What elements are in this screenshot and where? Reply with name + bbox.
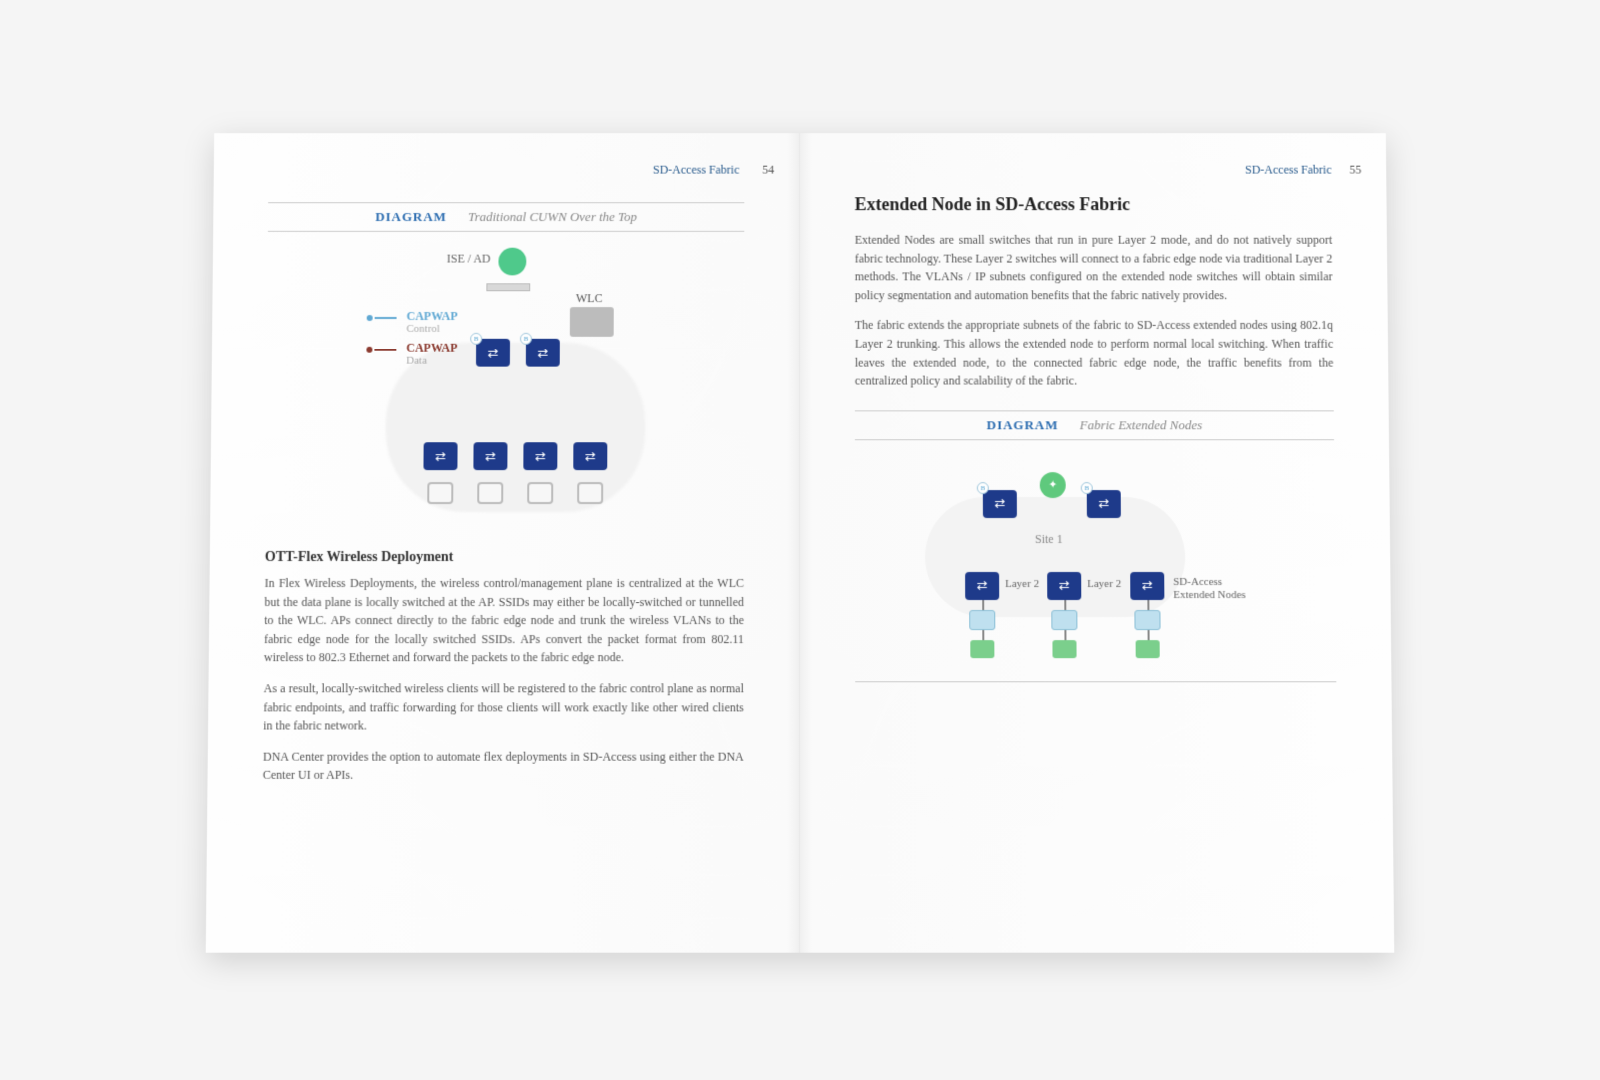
ise-icon [498, 248, 526, 276]
diagram-label: DIAGRAM [987, 417, 1059, 432]
diagram-header-left: DIAGRAM Traditional CUWN Over the Top [268, 202, 744, 232]
body-paragraph: As a result, locally-switched wireless c… [263, 679, 744, 735]
body-paragraph: In Flex Wireless Deployments, the wirele… [264, 574, 744, 667]
wlc-icon [570, 307, 614, 337]
body-paragraph: Extended Nodes are small switches that r… [855, 231, 1333, 305]
border-badge-icon: B [520, 333, 532, 345]
page-number-left: 54 [762, 163, 774, 178]
page-left: SD-Access Fabric 54 DIAGRAM Traditional … [206, 133, 800, 953]
site-label: Site 1 [1035, 532, 1063, 547]
switch-node-icon: ⇄ [1087, 490, 1121, 518]
switch-node-icon: ⇄ [423, 442, 457, 470]
diagram-fabric-extended-nodes: Site 1 ✦ ⇄ B ⇄ B ⇄ Layer 2 ⇄ Layer 2 ⇄ S… [855, 452, 1336, 677]
legend-capwap-control: CAPWAP [406, 309, 457, 324]
running-header-right: SD-Access Fabric [1245, 163, 1332, 178]
diagram-subtitle: Traditional CUWN Over the Top [468, 209, 637, 224]
legend-capwap-data: CAPWAP [406, 341, 457, 356]
fabric-cloud-icon [385, 343, 645, 512]
heading-extended-node: Extended Node in SD-Access Fabric [855, 194, 1332, 215]
switch-node-icon: ⇄ [573, 442, 607, 470]
layer2-label: Layer 2 [1087, 578, 1121, 590]
ise-ad-label: ISE / AD [447, 252, 491, 267]
open-book: SD-Access Fabric 54 DIAGRAM Traditional … [206, 133, 1395, 953]
diagram-footer-rule [855, 681, 1336, 682]
border-badge-icon: B [977, 482, 989, 494]
legend-capwap-data-sub: Data [406, 355, 427, 367]
extended-node-switch-icon [1134, 610, 1160, 630]
running-header-left: SD-Access Fabric [653, 163, 739, 178]
ap-icon [427, 482, 453, 504]
client-icon [970, 640, 994, 658]
switch-node-icon: ⇄ [983, 490, 1017, 518]
connector-line [1147, 600, 1149, 610]
connector-line [982, 630, 984, 640]
legend-dot-data [366, 347, 372, 353]
legend-line-control [375, 317, 397, 319]
diagram-header-right: DIAGRAM Fabric Extended Nodes [855, 410, 1334, 440]
connector-line [982, 600, 984, 610]
connector-line [1148, 630, 1150, 640]
sd-access-extended-nodes-label: SD-Access Extended Nodes [1173, 576, 1253, 602]
page-number-right: 55 [1349, 163, 1361, 178]
switch-node-icon: ⇄ [523, 442, 557, 470]
ap-icon [477, 482, 503, 504]
switch-node-icon: ⇄ [473, 442, 507, 470]
body-paragraph: The fabric extends the appropriate subne… [855, 316, 1334, 390]
ap-icon [577, 482, 603, 504]
extended-node-switch-icon [1051, 610, 1077, 630]
control-plane-icon: ✦ [1040, 472, 1066, 498]
legend-capwap-control-sub: Control [406, 323, 440, 335]
layer2-label: Layer 2 [1005, 578, 1039, 590]
page-right: SD-Access Fabric 55 Extended Node in SD-… [800, 133, 1394, 953]
connector-line [1064, 600, 1066, 610]
client-icon [1052, 640, 1076, 658]
connector-line [1064, 630, 1066, 640]
diagram-label: DIAGRAM [375, 209, 447, 224]
switch-node-icon: ⇄ [1047, 572, 1081, 600]
legend-dot-control [367, 315, 373, 321]
diagram-cuwn-ott: ISE / AD WLC CAPWAP Control CAPWAP Data … [265, 244, 744, 532]
legend-line-data [374, 349, 396, 351]
border-badge-icon: B [1081, 482, 1093, 494]
border-badge-icon: B [470, 333, 482, 345]
extended-node-switch-icon [969, 610, 995, 630]
diagram-subtitle: Fabric Extended Nodes [1080, 417, 1203, 432]
switch-node-icon: ⇄ [1130, 572, 1164, 600]
body-paragraph: DNA Center provides the option to automa… [263, 747, 744, 784]
rack-icon [486, 283, 530, 291]
client-icon [1136, 640, 1160, 658]
switch-node-icon: ⇄ [526, 339, 560, 367]
ap-icon [527, 482, 553, 504]
wlc-label: WLC [576, 291, 603, 306]
switch-node-icon: ⇄ [965, 572, 999, 600]
switch-node-icon: ⇄ [476, 339, 510, 367]
section-title-ott-flex: OTT-Flex Wireless Deployment [265, 550, 744, 566]
